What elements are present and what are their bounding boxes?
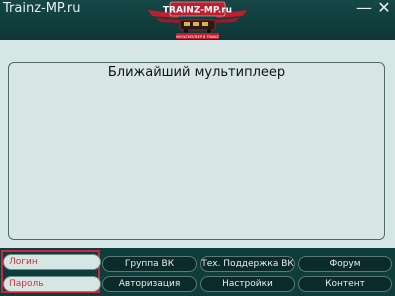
title-bar: Trainz-MP.ru TRAINZ-MP.ru МУЛЬТИПЛЕЕР В …	[0, 0, 395, 40]
password-input[interactable]: Пароль	[3, 276, 101, 292]
content-button[interactable]: Контент	[298, 276, 392, 292]
logo-text: TRAINZ-MP.ru	[163, 6, 232, 16]
forum-button[interactable]: Форум	[298, 256, 392, 272]
minimize-icon[interactable]: —	[356, 0, 372, 17]
panel-title: Ближайший мультиплеер	[107, 65, 286, 80]
authorization-button[interactable]: Авторизация	[102, 276, 197, 292]
trainz-mp-logo: TRAINZ-MP.ru МУЛЬТИПЛЕЕР В TRAINZ	[148, 1, 247, 39]
tech-support-vk-button[interactable]: Тех. Поддержка ВК	[200, 256, 295, 272]
vk-group-button[interactable]: Группа ВК	[102, 256, 197, 272]
login-input[interactable]: Логин	[3, 254, 101, 270]
nearest-multiplayer-panel: Ближайший мультиплеер	[8, 62, 385, 240]
close-icon[interactable]: ✕	[376, 0, 392, 17]
logo-subtitle: МУЛЬТИПЛЕЕР В TRAINZ	[176, 35, 220, 39]
window-title: Trainz-MP.ru	[3, 1, 81, 16]
settings-button[interactable]: Настройки	[200, 276, 295, 292]
